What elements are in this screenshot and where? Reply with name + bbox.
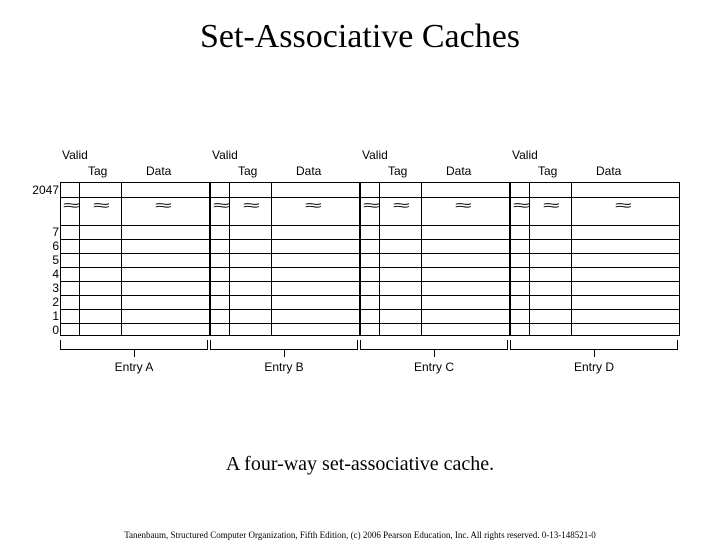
- header-row-valid: Valid Valid Valid Valid: [60, 148, 680, 164]
- bracket-icon: [60, 340, 208, 350]
- bracket-icon: [210, 340, 358, 350]
- footer-text: Tanenbaum, Structured Computer Organizat…: [0, 530, 720, 540]
- break-icon: ≈: [395, 197, 399, 213]
- entry-brackets: Entry A Entry B Entry C Entry D: [60, 336, 680, 376]
- index-value: 6: [31, 239, 59, 253]
- index-value: 3: [31, 281, 59, 295]
- data-label: Data: [446, 164, 471, 178]
- break-icon: ≈: [245, 197, 249, 213]
- index-value: 1: [31, 309, 59, 323]
- index-column: 2047 7 6 5 4 3 2 1 0: [31, 183, 59, 337]
- break-icon: ≈: [365, 197, 369, 213]
- index-value: 4: [31, 267, 59, 281]
- valid-label: Valid: [362, 148, 388, 162]
- tag-label: Tag: [88, 164, 107, 178]
- valid-label: Valid: [62, 148, 88, 162]
- entry-label: Entry A: [60, 360, 208, 374]
- bracket-icon: [510, 340, 678, 350]
- data-label: Data: [146, 164, 171, 178]
- break-icon: ≈: [95, 197, 99, 213]
- entry-label: Entry B: [210, 360, 358, 374]
- tag-label: Tag: [388, 164, 407, 178]
- cache-grid: 2047 7 6 5 4 3 2 1 0: [60, 182, 680, 336]
- break-icon: ≈: [215, 197, 219, 213]
- index-value: 5: [31, 253, 59, 267]
- data-label: Data: [296, 164, 321, 178]
- tag-label: Tag: [538, 164, 557, 178]
- index-value: 2: [31, 295, 59, 309]
- bracket-icon: [360, 340, 508, 350]
- figure-caption: A four-way set-associative cache.: [0, 453, 720, 476]
- valid-label: Valid: [512, 148, 538, 162]
- header-row-tag-data: Tag Data Tag Data Tag Data Tag Data: [60, 164, 680, 180]
- tag-label: Tag: [238, 164, 257, 178]
- entry-label: Entry C: [360, 360, 508, 374]
- break-icon: ≈: [157, 197, 161, 213]
- page-title: Set-Associative Caches: [0, 18, 720, 56]
- break-icon: ≈: [65, 197, 69, 213]
- valid-label: Valid: [212, 148, 238, 162]
- break-icon: ≈: [545, 197, 549, 213]
- index-value: 7: [31, 225, 59, 239]
- entry-label: Entry D: [510, 360, 678, 374]
- break-icon: ≈: [307, 197, 311, 213]
- break-icon: ≈: [515, 197, 519, 213]
- index-value: 0: [31, 323, 59, 337]
- index-top: 2047: [31, 183, 59, 197]
- data-label: Data: [596, 164, 621, 178]
- break-icon: ≈: [617, 197, 621, 213]
- cache-figure: Valid Valid Valid Valid Tag Data Tag Dat…: [60, 148, 680, 376]
- break-icon: ≈: [457, 197, 461, 213]
